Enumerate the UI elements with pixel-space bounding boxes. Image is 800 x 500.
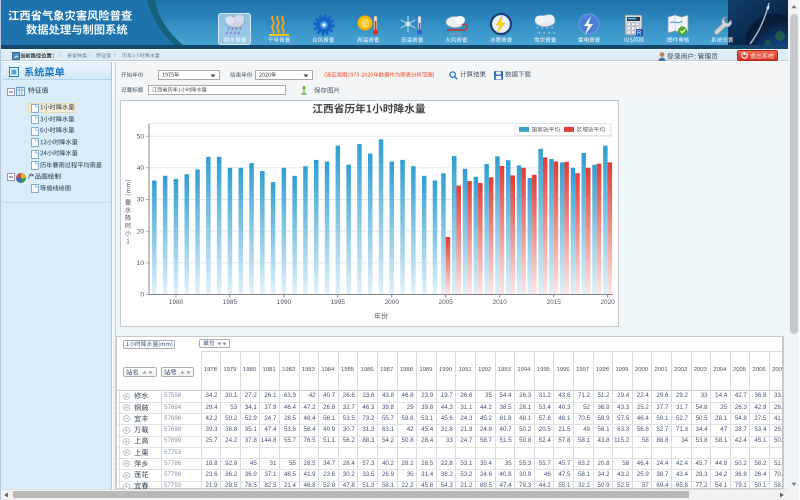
svg-text:2010: 2010 [492,299,507,306]
svg-text:30: 30 [137,196,145,203]
svg-text:2000: 2000 [385,299,400,306]
svg-text:20: 20 [137,228,145,235]
svg-text:1990: 1990 [277,299,292,306]
svg-text:40: 40 [137,165,145,172]
svg-text:10: 10 [137,260,145,267]
svg-text:1980: 1980 [169,299,184,306]
svg-text:2020: 2020 [600,299,615,306]
svg-text:2005: 2005 [438,299,453,306]
svg-text:1985: 1985 [223,299,238,306]
svg-text:1995: 1995 [331,299,346,306]
svg-text:0: 0 [140,291,144,298]
svg-text:50: 50 [137,133,145,140]
svg-text:R: R [637,31,642,37]
svg-text:2015: 2015 [546,299,561,306]
